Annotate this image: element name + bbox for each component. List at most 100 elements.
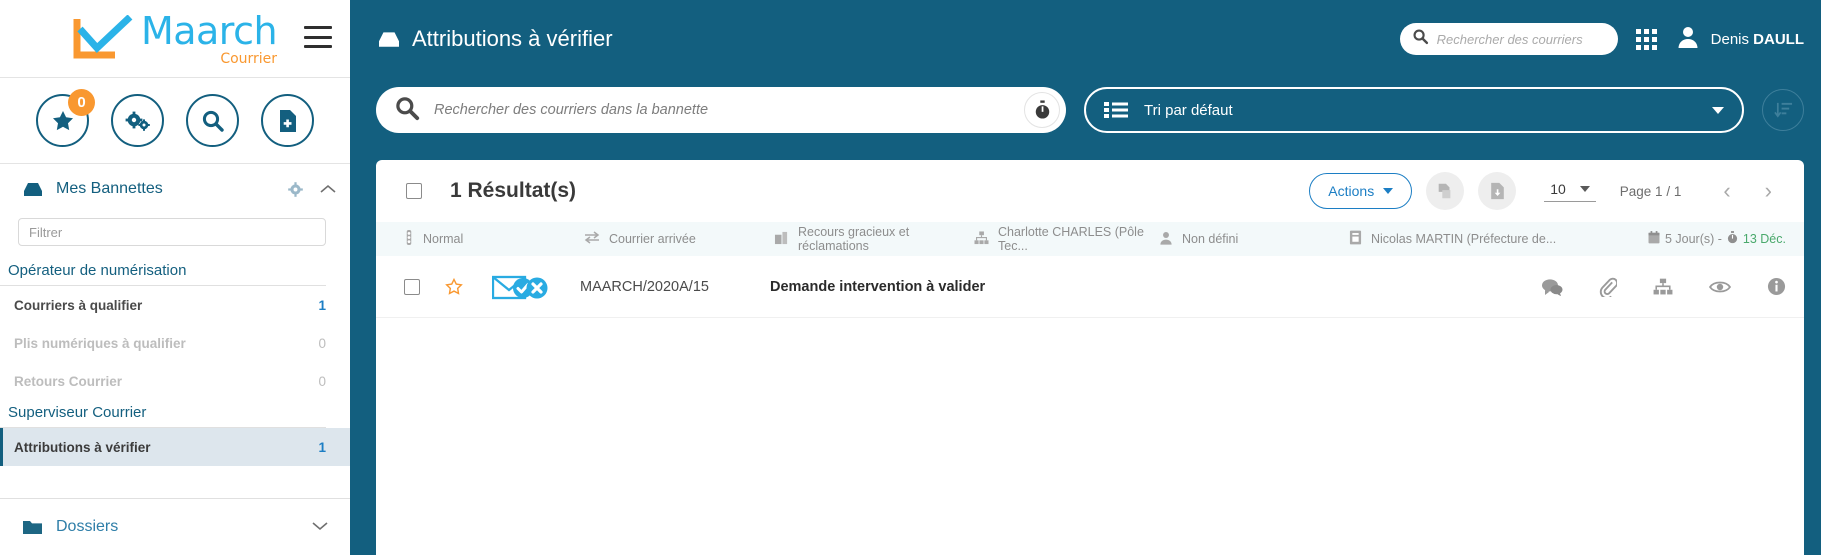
deadline-date: 13 Déc.	[1743, 232, 1786, 246]
select-all-checkbox[interactable]	[406, 183, 422, 199]
results-panel: 1 Résultat(s) Actions	[376, 160, 1804, 555]
sidebar-item-dossiers[interactable]: Dossiers	[0, 499, 350, 555]
sidebar-item-plis-numeriques[interactable]: Plis numériques à qualifier 0	[0, 324, 350, 362]
deadline-days: 5 Jour(s) -	[1665, 232, 1722, 246]
search-icon	[1412, 28, 1429, 50]
column-assignee[interactable]: Non défini	[1159, 231, 1349, 248]
chevron-down-icon	[1383, 188, 1393, 194]
user-last-name: DAULL	[1753, 31, 1804, 48]
column-contact[interactable]: Nicolas MARTIN (Préfecture de...	[1349, 230, 1648, 248]
quick-button-settings[interactable]	[111, 94, 164, 147]
quick-button-favorites[interactable]: 0	[36, 94, 89, 147]
quick-button-search[interactable]	[186, 94, 239, 147]
basket-search[interactable]	[376, 87, 1066, 133]
search-icon	[394, 95, 420, 126]
column-category[interactable]: Courrier arrivée	[584, 231, 774, 247]
quick-actions-row: 0	[0, 78, 350, 164]
page-title-text: Attributions à vérifier	[412, 26, 613, 52]
sidebar-item-attributions-a-verifier[interactable]: Attributions à vérifier 1	[0, 428, 350, 466]
chevron-left-icon[interactable]: ‹	[1713, 180, 1740, 202]
basket-search-input[interactable]	[434, 102, 1024, 118]
sort-label: Tri par défaut	[1144, 102, 1712, 119]
row-action-icons	[1541, 277, 1786, 297]
priority-icon	[404, 230, 414, 248]
basket-label: Plis numériques à qualifier	[14, 336, 318, 351]
exchange-icon	[584, 231, 600, 247]
eye-icon[interactable]	[1709, 279, 1731, 295]
stopwatch-icon[interactable]	[1024, 92, 1060, 128]
actions-button[interactable]: Actions	[1309, 173, 1412, 209]
basket-label: Courriers à qualifier	[14, 298, 318, 313]
row-subject: Demande intervention à valider	[770, 279, 985, 295]
baskets-header: Mes Bannettes	[0, 164, 350, 214]
briefcase-icon	[774, 231, 789, 248]
user-avatar-icon	[1675, 24, 1701, 55]
logo-title: Maarch	[141, 12, 277, 50]
folder-icon	[22, 518, 44, 536]
per-page-select[interactable]: 10	[1544, 181, 1596, 202]
new-document-icon	[277, 109, 299, 133]
user-icon	[1159, 231, 1173, 248]
chevron-down-icon[interactable]	[1712, 107, 1724, 114]
hamburger-menu-icon[interactable]	[304, 26, 332, 48]
chevron-up-icon[interactable]	[320, 184, 336, 194]
merge-documents-button[interactable]	[1426, 172, 1464, 210]
basket-group-operateur: Opérateur de numérisation Courriers à qu…	[0, 258, 350, 400]
sitemap-icon[interactable]	[1653, 278, 1673, 296]
logo-subtitle: Courrier	[141, 52, 277, 66]
row-chrono-number: MAARCH/2020A/15	[580, 279, 770, 295]
baskets-title: Mes Bannettes	[56, 180, 287, 198]
column-doctype[interactable]: Recours gracieux et réclamations	[774, 225, 974, 253]
column-deadline: 5 Jour(s) - 13 Déc.	[1648, 231, 1786, 247]
sort-select[interactable]: Tri par défaut	[1084, 87, 1744, 133]
book-icon	[1349, 230, 1362, 248]
row-checkbox[interactable]	[404, 279, 420, 295]
basket-label: Retours Courrier	[14, 374, 318, 389]
export-document-button[interactable]	[1478, 172, 1516, 210]
mail-validate-icon	[492, 272, 550, 302]
inbox-icon	[376, 29, 402, 49]
column-entity[interactable]: Charlotte CHARLES (Pôle Tec...	[974, 225, 1159, 253]
apps-grid-icon[interactable]	[1636, 29, 1657, 50]
basket-group-label: Superviseur Courrier	[0, 400, 326, 428]
top-bar-right: Denis DAULL	[1400, 23, 1804, 55]
basket-count: 1	[318, 298, 326, 313]
column-contact-label: Nicolas MARTIN (Préfecture de...	[1371, 232, 1556, 246]
info-icon[interactable]	[1767, 277, 1786, 296]
app-logo[interactable]: Maarch Courrier	[73, 12, 277, 66]
quick-button-new-document[interactable]	[261, 94, 314, 147]
folders-section: Dossiers	[0, 498, 350, 555]
attachment-icon[interactable]	[1599, 277, 1617, 297]
global-search[interactable]	[1400, 23, 1618, 55]
sidebar-item-courriers-a-qualifier[interactable]: Courriers à qualifier 1	[0, 286, 350, 324]
sort-direction-button[interactable]	[1762, 89, 1804, 131]
results-toolbar: 1 Résultat(s) Actions	[376, 160, 1804, 222]
column-priority[interactable]: Normal	[404, 230, 584, 248]
chevron-down-icon[interactable]	[312, 518, 328, 536]
logo-bar: Maarch Courrier	[0, 0, 350, 78]
table-row[interactable]: MAARCH/2020A/15 Demande intervention à v…	[376, 256, 1804, 318]
basket-group-label: Opérateur de numérisation	[0, 258, 326, 286]
basket-count: 0	[318, 374, 326, 389]
inbox-icon	[22, 180, 44, 198]
global-search-input[interactable]	[1437, 32, 1615, 47]
filter-input[interactable]	[18, 218, 326, 246]
basket-label: Attributions à vérifier	[14, 440, 318, 455]
gear-icon[interactable]	[287, 181, 304, 198]
star-outline-icon[interactable]	[444, 277, 464, 297]
favorites-badge: 0	[68, 89, 95, 116]
chevron-down-icon	[1580, 186, 1590, 192]
search-row: Tri par défaut	[350, 78, 1821, 142]
sidebar-item-retours-courrier[interactable]: Retours Courrier 0	[0, 362, 350, 400]
gears-icon	[125, 109, 151, 133]
user-menu[interactable]: Denis DAULL	[1675, 24, 1804, 55]
list-icon	[1104, 100, 1128, 120]
chevron-right-icon[interactable]: ›	[1755, 180, 1782, 202]
sidebar-spacer	[0, 466, 350, 498]
sidebar: Maarch Courrier 0	[0, 0, 350, 555]
comments-icon[interactable]	[1541, 278, 1563, 296]
stopwatch-icon	[1727, 231, 1738, 247]
export-document-icon	[1489, 182, 1506, 200]
search-icon	[201, 109, 225, 133]
page-indicator: Page 1 / 1	[1620, 184, 1682, 199]
